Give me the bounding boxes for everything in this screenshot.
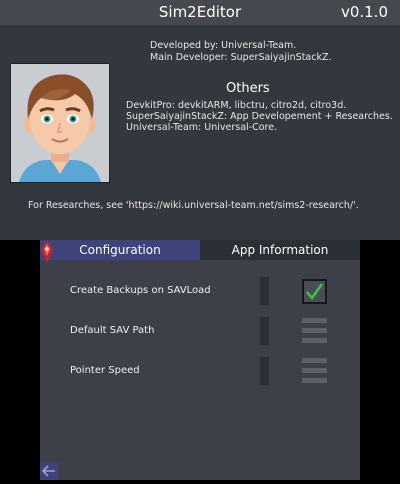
pointer-speed-menu-icon[interactable] xyxy=(302,358,327,383)
back-arrow-icon xyxy=(41,465,55,477)
developer-avatar xyxy=(10,63,110,183)
tab-app-information[interactable]: App Information xyxy=(200,240,360,260)
others-list: DevkitPro: devkitARM, libctru, citro2d, … xyxy=(126,100,393,133)
version-label: v0.1.0 xyxy=(340,3,388,21)
setting-create-backups-label: Create Backups on SAVLoad xyxy=(70,285,211,296)
setting-divider xyxy=(260,277,269,305)
create-backups-checkbox[interactable] xyxy=(302,279,327,304)
others-item: DevkitPro: devkitARM, libctru, citro2d, … xyxy=(126,100,347,111)
checkmark-icon xyxy=(306,283,324,301)
title-bar: Sim2Editor v0.1.0 xyxy=(0,0,400,25)
others-item: SuperSaiyajinStackZ: App Developement + … xyxy=(126,111,393,122)
developed-by-text: Developed by: Universal-Team. xyxy=(150,40,297,51)
others-heading: Others xyxy=(226,81,270,96)
setting-divider xyxy=(260,317,269,345)
avatar-image xyxy=(19,74,101,182)
back-button[interactable] xyxy=(40,462,58,480)
setting-default-sav-path-label: Default SAV Path xyxy=(70,325,155,336)
setting-pointer-speed-label: Pointer Speed xyxy=(70,365,140,376)
bottom-screen: Configuration App Information Create Bac… xyxy=(40,240,360,480)
others-item: Universal-Team: Universal-Core. xyxy=(126,122,278,133)
tab-app-information-label: App Information xyxy=(231,243,329,257)
setting-divider xyxy=(260,357,269,385)
selection-marker-icon xyxy=(41,241,53,263)
tab-configuration[interactable]: Configuration xyxy=(40,240,200,260)
credits-block: Developed by: Universal-Team. Main Devel… xyxy=(150,40,332,64)
default-sav-path-menu-icon[interactable] xyxy=(302,318,327,343)
research-note: For Researches, see 'https://wiki.univer… xyxy=(28,200,359,211)
tab-configuration-label: Configuration xyxy=(79,243,161,257)
top-screen: Sim2Editor v0.1.0 Developed by: Universa… xyxy=(0,0,400,240)
main-developer-text: Main Developer: SuperSaiyajinStackZ. xyxy=(150,52,332,63)
